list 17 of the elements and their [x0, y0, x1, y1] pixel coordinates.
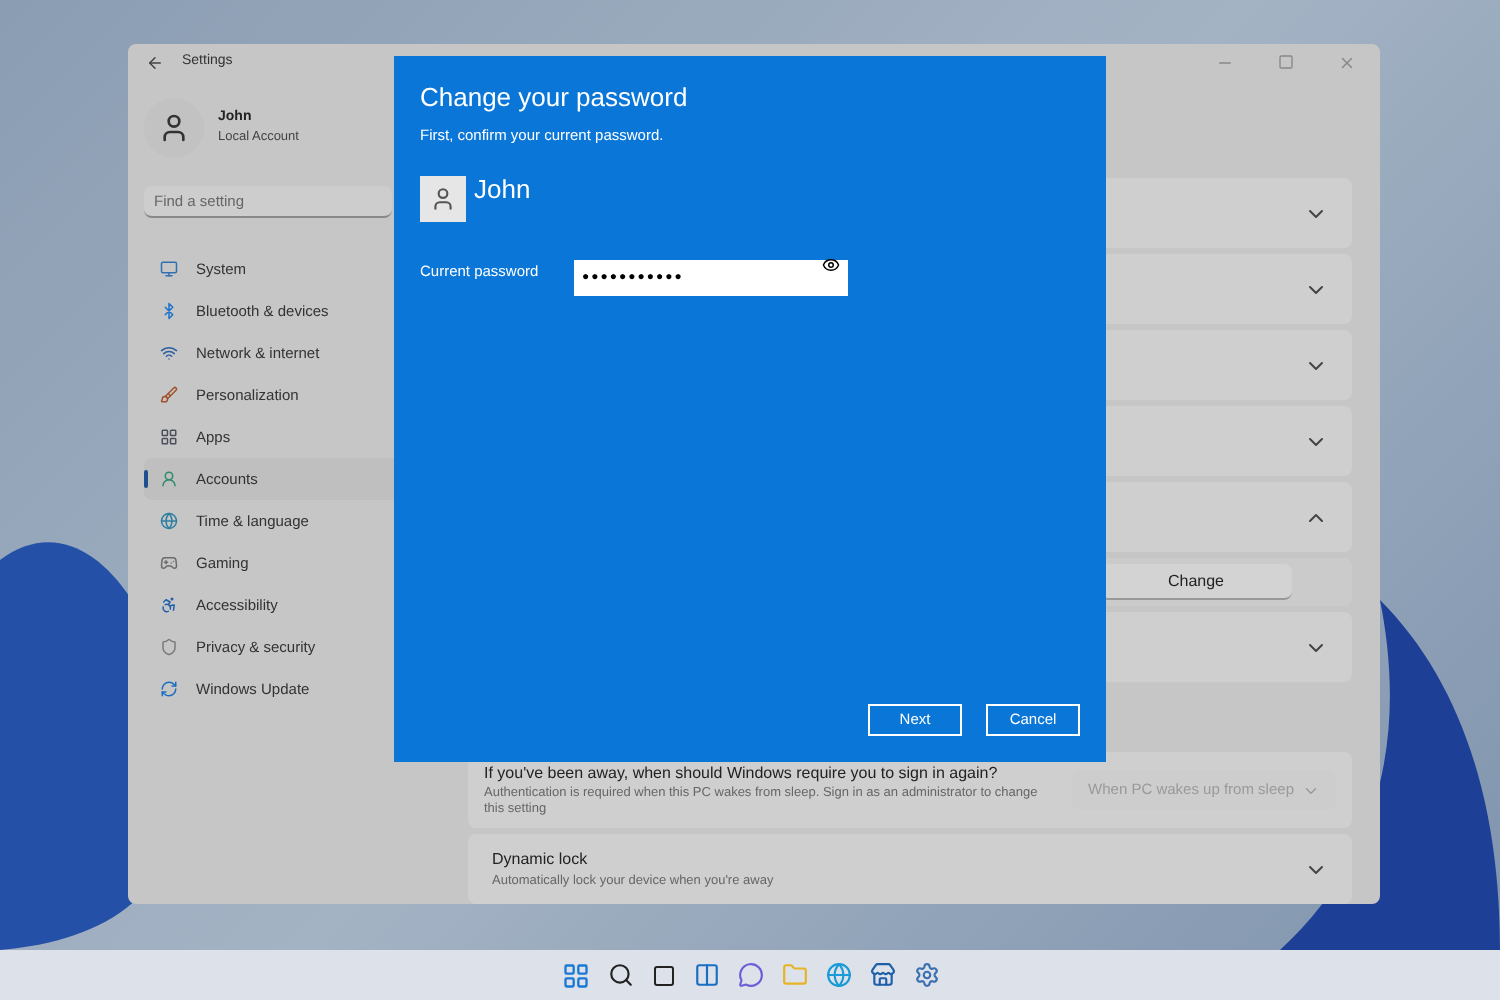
person-icon	[158, 112, 190, 144]
windows-logo-icon[interactable]	[561, 961, 589, 989]
widgets-icon[interactable]	[693, 962, 719, 988]
settings-icon[interactable]	[913, 962, 939, 988]
eye-icon[interactable]	[822, 256, 840, 275]
back-arrow-icon[interactable]	[146, 53, 164, 71]
search-icon[interactable]	[607, 962, 633, 988]
person-icon	[430, 185, 456, 212]
setting-title: Dynamic lock	[492, 847, 590, 872]
dialog-title: Change your password	[420, 80, 690, 116]
chat-icon[interactable]	[737, 962, 763, 988]
setting-title: If you've been away, when should Windows require you to sign in again?	[484, 763, 1000, 783]
task-view-icon[interactable]	[651, 963, 675, 987]
store-icon[interactable]	[869, 962, 895, 988]
dialog-user-name: John	[474, 175, 531, 204]
selection-indicator	[144, 470, 148, 488]
change-button[interactable]: Change	[1100, 564, 1292, 600]
